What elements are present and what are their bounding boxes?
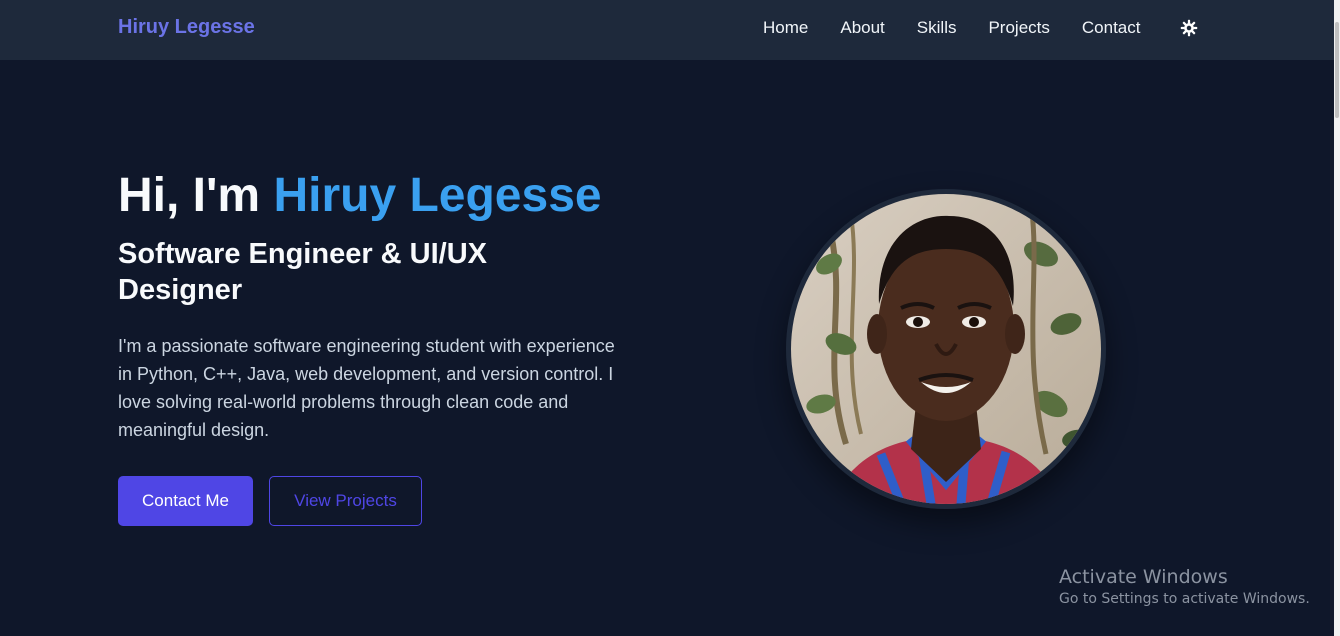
nav-links: Home About Skills Projects Contact: [763, 18, 1172, 38]
hero-subtitle: Software Engineer & UI/UX Designer: [118, 238, 488, 306]
windows-activation-subtitle: Go to Settings to activate Windows.: [1059, 591, 1310, 607]
view-projects-button[interactable]: View Projects: [269, 476, 422, 526]
hero-title: Hi, I'm Hiruy Legesse: [118, 168, 602, 223]
nav-link-projects[interactable]: Projects: [988, 18, 1049, 38]
brand-logo[interactable]: Hiruy Legesse: [118, 16, 255, 39]
theme-toggle-button[interactable]: [1179, 18, 1199, 38]
hero-description: I'm a passionate software engineering st…: [118, 336, 615, 440]
hero-name: Hiruy Legesse: [273, 169, 602, 222]
page-scrollbar[interactable]: [1334, 0, 1340, 636]
gear-icon: [1180, 19, 1198, 37]
contact-me-button[interactable]: Contact Me: [118, 476, 253, 526]
hero-greeting: Hi, I'm: [118, 169, 274, 222]
profile-photo-illustration: [791, 194, 1101, 504]
nav-link-about[interactable]: About: [840, 18, 884, 38]
windows-activation-title: Activate Windows: [1059, 566, 1228, 588]
navbar: Hiruy Legesse Home About Skills Projects…: [0, 0, 1334, 60]
profile-photo: [786, 189, 1106, 509]
nav-link-contact[interactable]: Contact: [1082, 18, 1141, 38]
page: Hiruy Legesse Home About Skills Projects…: [0, 0, 1340, 636]
nav-link-skills[interactable]: Skills: [917, 18, 957, 38]
scrollbar-thumb[interactable]: [1335, 22, 1339, 118]
nav-link-home[interactable]: Home: [763, 18, 808, 38]
